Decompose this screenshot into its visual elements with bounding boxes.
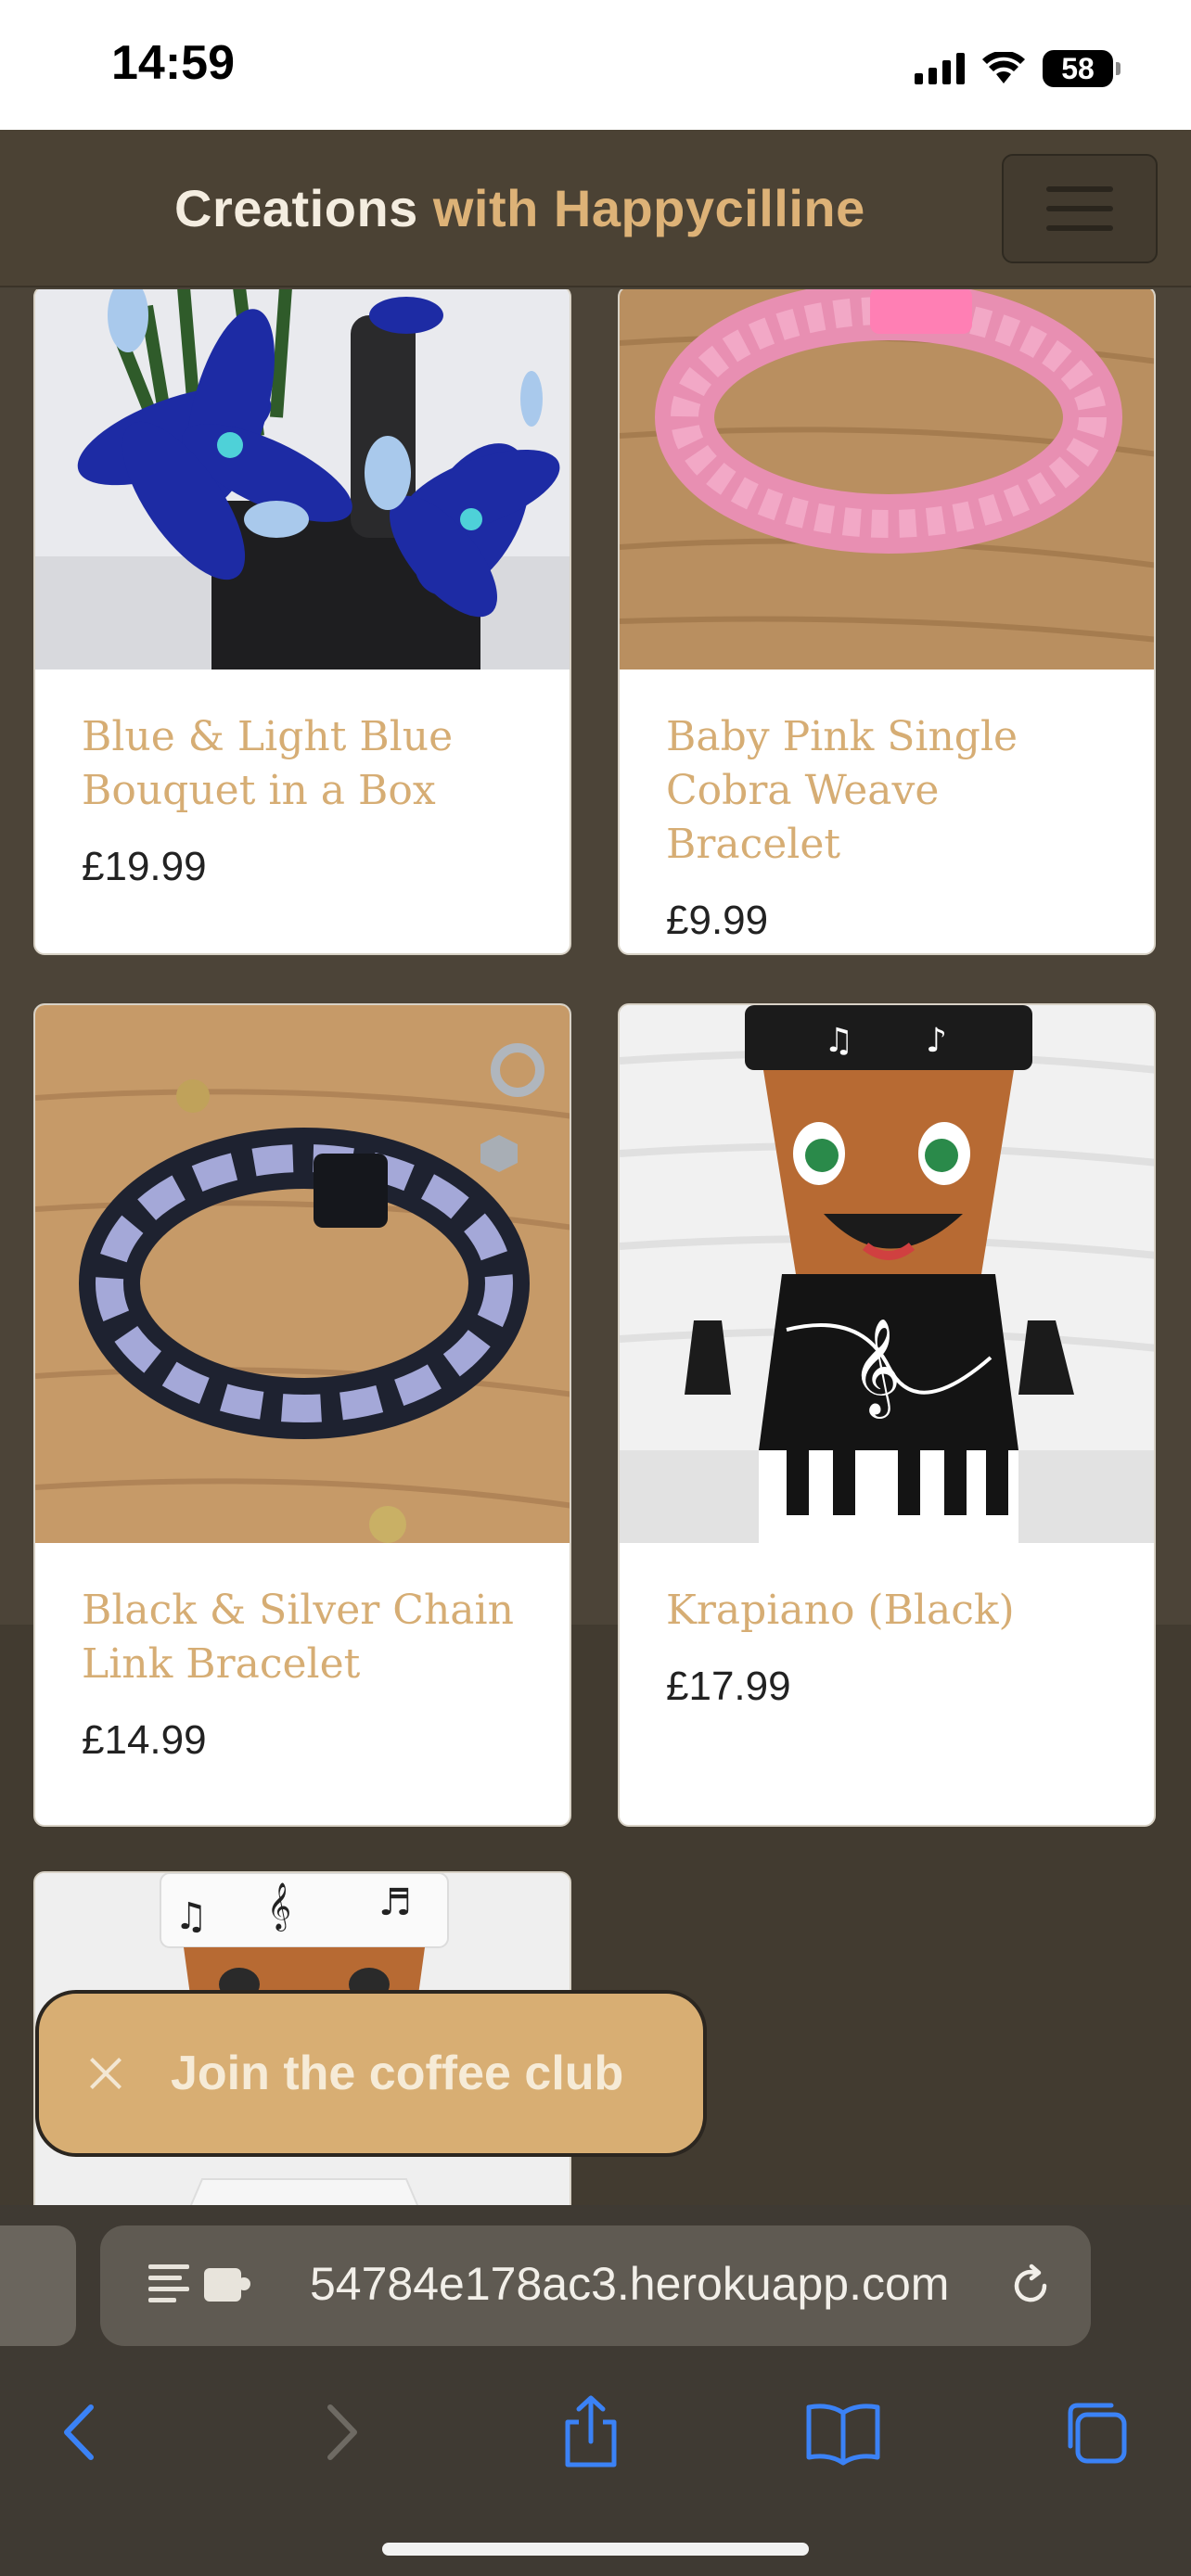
svg-text:𝄞: 𝄞 <box>852 1318 901 1419</box>
product-title[interactable]: Krapiano (Black) <box>666 1584 1108 1638</box>
forward-chevron-icon[interactable] <box>299 2391 382 2474</box>
status-time: 14:59 <box>111 36 235 90</box>
reader-mode-icon[interactable] <box>148 2263 189 2309</box>
browser-toolbar: 54784e178ac3.herokuapp.com <box>0 2205 1191 2576</box>
reload-icon[interactable] <box>1007 2263 1054 2309</box>
previous-tab-preview[interactable] <box>0 2225 76 2346</box>
product-image-pink-bracelet[interactable] <box>620 289 1154 670</box>
status-bar: 14:59 58 <box>0 0 1191 130</box>
product-title[interactable]: Black & Silver Chain Link Bracelet <box>82 1584 523 1691</box>
product-card[interactable]: Baby Pink Single Cobra Weave Bracelet £9… <box>618 289 1156 955</box>
hamburger-menu-icon <box>1046 186 1113 192</box>
product-image-chain-bracelet[interactable] <box>35 1005 570 1543</box>
site-navbar: Creations with Happycilline <box>0 130 1191 287</box>
product-card[interactable]: 𝄞 ♫ ♪ Krapiano (Black) £17.99 <box>618 1003 1156 1827</box>
product-price: £19.99 <box>82 844 207 889</box>
product-card[interactable]: Blue & Light Blue Bouquet in a Box £19.9… <box>33 289 571 955</box>
back-chevron-icon[interactable] <box>39 2391 122 2474</box>
extension-puzzle-icon[interactable] <box>204 2268 250 2302</box>
product-title[interactable]: Baby Pink Single Cobra Weave Bracelet <box>666 710 1108 872</box>
svg-text:♪: ♪ <box>926 1022 947 1060</box>
product-price: £14.99 <box>82 1717 207 1763</box>
wifi-icon <box>982 52 1025 83</box>
product-title[interactable]: Blue & Light Blue Bouquet in a Box <box>82 710 523 818</box>
bookmarks-book-icon[interactable] <box>801 2391 885 2474</box>
product-card[interactable]: Black & Silver Chain Link Bracelet £14.9… <box>33 1003 571 1827</box>
product-price: £9.99 <box>666 898 769 943</box>
cellular-signal-icon <box>915 53 965 84</box>
home-indicator <box>382 2543 809 2556</box>
product-image-bouquet[interactable] <box>35 289 570 670</box>
svg-text:♫: ♫ <box>174 1895 208 1938</box>
product-grid: Blue & Light Blue Bouquet in a Box £19.9… <box>0 289 1191 2205</box>
share-icon[interactable] <box>549 2391 633 2474</box>
tabs-icon[interactable] <box>1056 2391 1139 2474</box>
coffee-club-label: Join the coffee club <box>171 2047 624 2100</box>
menu-toggle-button[interactable] <box>1002 154 1158 263</box>
battery-icon: 58 <box>1043 50 1121 87</box>
safari-bottom-toolbar <box>0 2391 1191 2502</box>
product-image-krapiano[interactable]: 𝄞 ♫ ♪ <box>620 1005 1154 1543</box>
product-price: £17.99 <box>666 1664 791 1709</box>
brand-text-primary: Creations <box>174 179 418 237</box>
close-icon[interactable] <box>85 2053 126 2094</box>
url-text[interactable]: 54784e178ac3.herokuapp.com <box>310 2257 949 2311</box>
site-brand[interactable]: Creations with Happycilline <box>174 178 865 238</box>
svg-text:♬: ♬ <box>378 1881 412 1924</box>
svg-text:𝄞: 𝄞 <box>267 1882 291 1932</box>
svg-text:♫: ♫ <box>824 1022 853 1060</box>
brand-text-accent: with Happycilline <box>432 179 865 237</box>
status-icons: 58 <box>915 48 1121 89</box>
join-coffee-club-button[interactable]: Join the coffee club <box>35 1990 707 2157</box>
address-bar[interactable]: 54784e178ac3.herokuapp.com <box>100 2225 1091 2346</box>
